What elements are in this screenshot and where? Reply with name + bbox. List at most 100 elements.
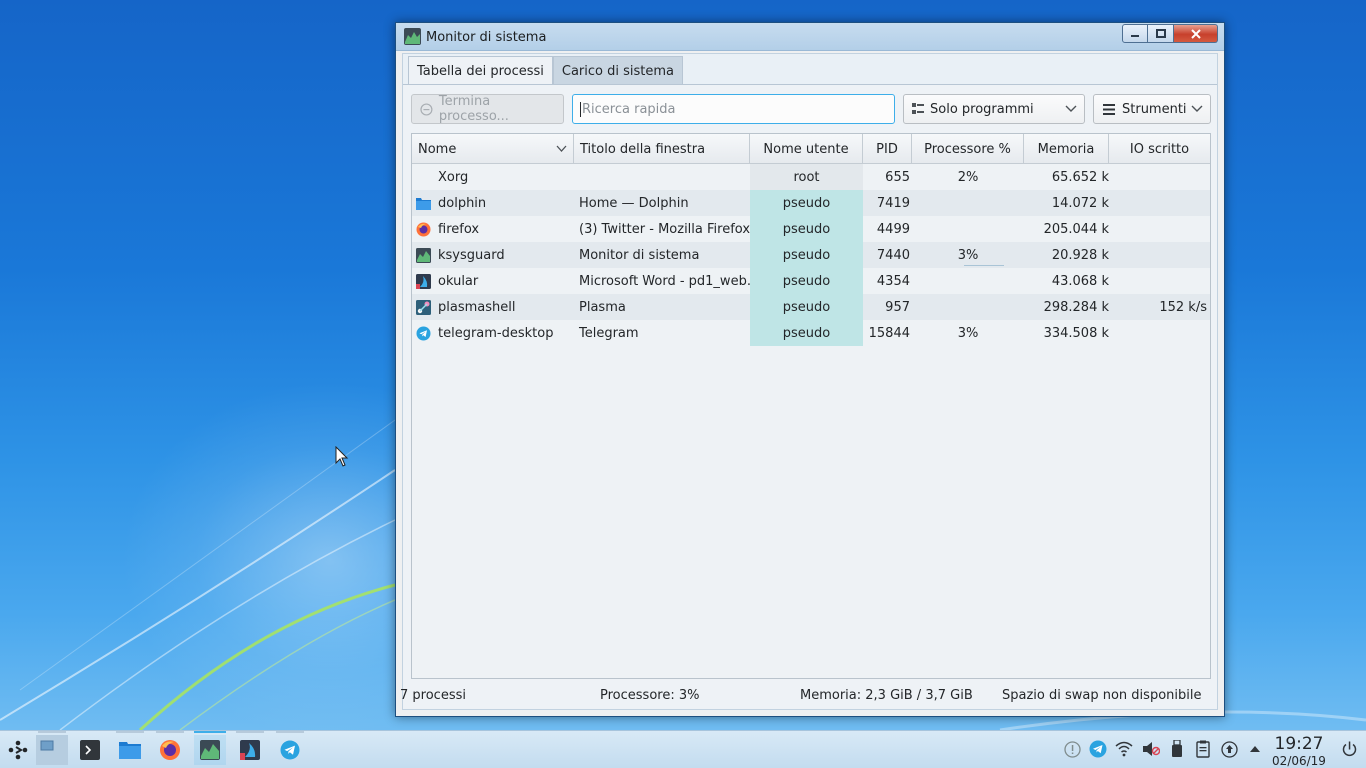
empty-icon <box>416 170 431 185</box>
io-written-cell <box>1109 216 1210 242</box>
usb-drive-icon <box>1172 740 1182 757</box>
okular-icon <box>416 273 431 289</box>
hamburger-menu-icon <box>1103 103 1115 115</box>
taskbar-dolphin[interactable] <box>114 731 146 765</box>
pager-desktop-1[interactable] <box>36 731 68 765</box>
taskbar-konsole[interactable] <box>74 735 106 765</box>
cpu-cell <box>912 294 1024 320</box>
quick-search-placeholder: Ricerca rapida <box>582 101 676 117</box>
terminate-process-button[interactable]: Termina processo... <box>411 94 564 124</box>
table-row[interactable]: firefox (3) Twitter - Mozilla Firefox ps… <box>412 216 1210 242</box>
io-written-cell <box>1109 242 1210 268</box>
clipboard-icon <box>1196 740 1210 758</box>
io-written-cell <box>1109 320 1210 346</box>
table-row[interactable]: dolphin Home — Dolphin pseudo 7419 14.07… <box>412 190 1210 216</box>
username-cell: root <box>750 164 863 190</box>
title-bar[interactable]: Monitor di sistema <box>396 23 1224 51</box>
window-title-cell: Telegram <box>579 325 639 341</box>
memory-cell: 205.044 k <box>1043 221 1109 237</box>
power-icon <box>1342 741 1356 756</box>
chevron-up-icon <box>1250 746 1260 752</box>
clock-time: 19:27 <box>1274 734 1324 754</box>
tab-process-table[interactable]: Tabella dei processi <box>408 56 553 85</box>
column-header-pid[interactable]: PID <box>863 134 912 164</box>
window-title-cell: Home — Dolphin <box>579 195 689 211</box>
minimize-icon <box>1131 34 1139 37</box>
tools-menu-label: Strumenti <box>1122 101 1187 117</box>
process-name-cell: telegram-desktop <box>412 320 574 346</box>
io-written-cell <box>1109 268 1210 294</box>
cpu-cell: 3% <box>957 325 979 341</box>
update-arrow-icon <box>1220 740 1238 758</box>
username-cell: pseudo <box>750 216 863 242</box>
taskbar-system-monitor[interactable] <box>194 731 226 765</box>
tray-updates[interactable] <box>1220 740 1238 758</box>
process-name-cell: ksysguard <box>412 242 574 268</box>
telegram-icon <box>416 326 431 341</box>
column-header-label: Processore % <box>924 141 1011 157</box>
column-header-cpu[interactable]: Processore % <box>912 134 1024 164</box>
table-row[interactable]: plasmashell Plasma pseudo 957 298.284 k … <box>412 294 1210 320</box>
taskbar-okular[interactable] <box>234 731 266 765</box>
quick-search-input[interactable]: Ricerca rapida <box>572 94 895 124</box>
table-row[interactable]: ksysguard Monitor di sistema pseudo 7440… <box>412 242 1210 268</box>
text-caret <box>580 101 581 117</box>
window-content: Tabella dei processi Carico di sistema T… <box>400 53 1218 710</box>
io-written-cell <box>1109 190 1210 216</box>
tray-notifications[interactable] <box>1063 740 1081 758</box>
username-cell: pseudo <box>750 320 863 346</box>
io-written-cell <box>1109 164 1210 190</box>
column-header-io-written[interactable]: IO scritto <box>1109 134 1210 164</box>
tab-bar: Tabella dei processi Carico di sistema <box>408 56 684 85</box>
close-button[interactable] <box>1174 24 1218 43</box>
maximize-icon <box>1155 28 1166 38</box>
column-header-label: Nome <box>418 141 457 157</box>
maximize-button[interactable] <box>1148 24 1174 43</box>
taskbar-firefox[interactable] <box>154 731 186 765</box>
chevron-down-icon <box>1191 105 1203 112</box>
process-table: Nome Titolo della finestra Nome utente P… <box>411 133 1211 679</box>
process-filter-value: Solo programmi <box>930 101 1034 117</box>
process-name-cell: dolphin <box>412 190 574 216</box>
okular-icon <box>240 740 260 760</box>
column-header-label: PID <box>876 141 898 157</box>
pid-cell: 4499 <box>876 221 910 237</box>
tray-expand-button[interactable] <box>1246 740 1264 758</box>
status-bar: 7 processi Processore: 3% Memoria: 2,3 G… <box>400 686 1217 706</box>
tools-menu-button[interactable]: Strumenti <box>1093 94 1211 124</box>
status-process-count: 7 processi <box>400 688 466 703</box>
cpu-value: 3% <box>957 247 979 263</box>
digital-clock[interactable]: 19:27 02/06/19 <box>1266 734 1332 768</box>
sort-chevron-down-icon <box>556 145 567 152</box>
column-header-label: Memoria <box>1037 141 1095 157</box>
process-name-cell: Xorg <box>412 164 574 190</box>
tray-clipboard[interactable] <box>1194 740 1212 758</box>
firefox-icon <box>160 740 180 760</box>
table-row[interactable]: Xorg root 655 2% 65.652 k <box>412 164 1210 190</box>
tray-volume[interactable] <box>1142 740 1160 758</box>
column-header-name[interactable]: Nome <box>412 134 574 164</box>
minimize-button[interactable] <box>1122 24 1148 43</box>
taskbar-telegram[interactable] <box>274 731 306 765</box>
column-header-memory[interactable]: Memoria <box>1024 134 1109 164</box>
tray-network[interactable] <box>1115 740 1133 758</box>
username-cell: pseudo <box>750 268 863 294</box>
tray-device-notifier[interactable] <box>1168 740 1186 758</box>
window-title-cell: (3) Twitter - Mozilla Firefox <box>579 221 750 237</box>
table-row[interactable]: telegram-desktop Telegram pseudo 15844 3… <box>412 320 1210 346</box>
cpu-cell: 2% <box>957 169 979 185</box>
system-monitor-window: Monitor di sistema Tabella dei processi … <box>395 22 1225 717</box>
application-launcher-button[interactable] <box>2 735 34 765</box>
column-header-window-title[interactable]: Titolo della finestra <box>574 134 750 164</box>
username-cell: pseudo <box>750 294 863 320</box>
tab-system-load[interactable]: Carico di sistema <box>552 56 684 85</box>
process-filter-dropdown[interactable]: Solo programmi <box>903 94 1085 124</box>
tray-power[interactable] <box>1340 740 1358 758</box>
tray-telegram[interactable] <box>1089 740 1107 758</box>
column-header-username[interactable]: Nome utente <box>750 134 863 164</box>
memory-cell: 20.928 k <box>1051 247 1109 263</box>
table-row[interactable]: okular Microsoft Word - pd1_web... pseud… <box>412 268 1210 294</box>
window-title-cell: Monitor di sistema <box>579 247 700 263</box>
process-name: okular <box>438 273 479 289</box>
column-header-label: IO scritto <box>1129 141 1190 157</box>
